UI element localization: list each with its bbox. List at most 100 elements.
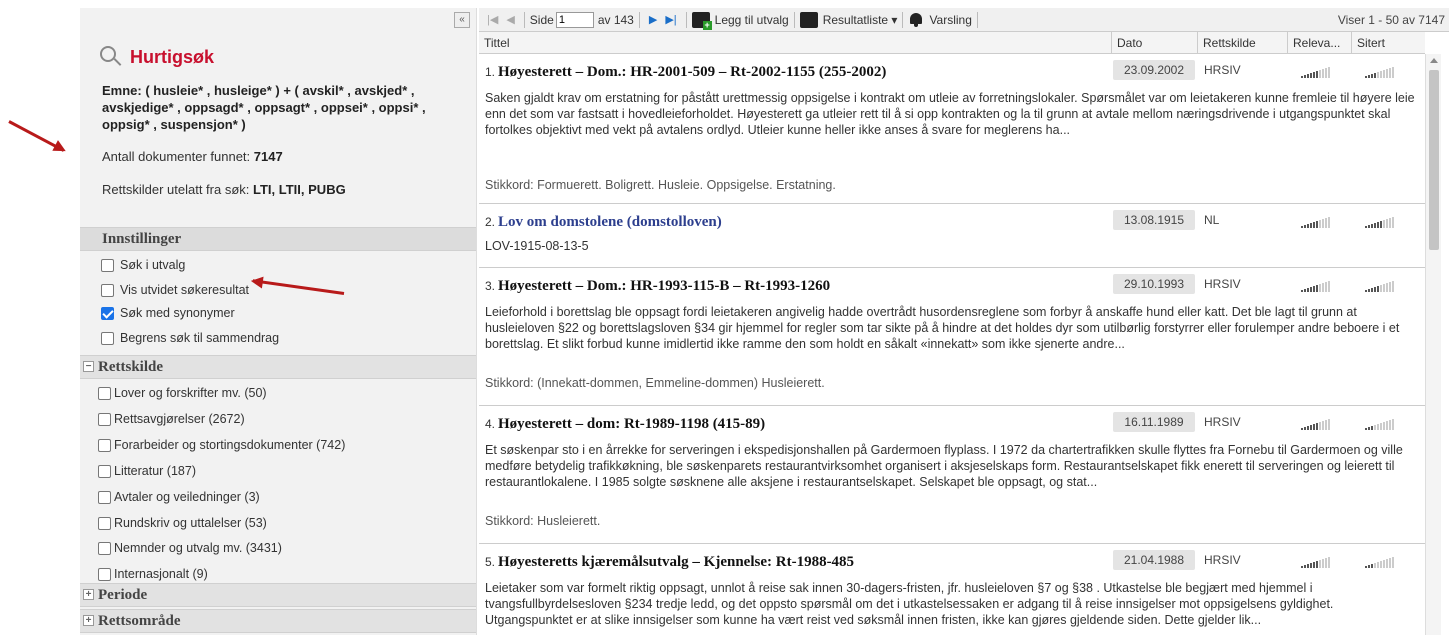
result-list-dropdown[interactable]: Resultatliste ▾ bbox=[799, 11, 897, 28]
filter-label: Litteratur (187) bbox=[114, 464, 196, 478]
bar-segment bbox=[1325, 558, 1327, 568]
divider bbox=[976, 11, 978, 28]
checkbox[interactable] bbox=[101, 283, 114, 297]
filter-item[interactable]: Litteratur (187) bbox=[98, 464, 196, 478]
bar-segment bbox=[1319, 560, 1321, 568]
bar-segment bbox=[1380, 285, 1382, 292]
option-extended-results[interactable]: Vis utvidet søkeresultat bbox=[101, 283, 249, 297]
checkbox[interactable] bbox=[98, 541, 111, 555]
collapse-panel-button[interactable]: « bbox=[454, 12, 470, 28]
bar-segment bbox=[1386, 219, 1388, 228]
result-row[interactable]: 2. Lov om domstolene (domstolloven) 13.08… bbox=[479, 204, 1425, 268]
bar-segment bbox=[1304, 565, 1306, 568]
bar-segment bbox=[1383, 422, 1385, 430]
bar-segment bbox=[1389, 68, 1391, 78]
result-row[interactable]: 5. Høyesteretts kjæremålsutvalg – Kjennel… bbox=[479, 544, 1425, 635]
last-page-icon[interactable]: ▶| bbox=[665, 13, 676, 26]
alert-button[interactable]: Varsling bbox=[908, 12, 972, 28]
checkbox[interactable] bbox=[98, 438, 111, 452]
column-source[interactable]: Rettskilde bbox=[1197, 32, 1287, 54]
bar-segment bbox=[1328, 217, 1330, 228]
filter-item[interactable]: Rundskriv og uttalelser (53) bbox=[98, 516, 267, 530]
result-keywords: Stikkord: (Innekatt-dommen, Emmeline-dom… bbox=[485, 376, 825, 390]
rettskilde-header[interactable]: − Rettskilde bbox=[80, 355, 476, 379]
bar-segment bbox=[1316, 561, 1318, 568]
bar-segment bbox=[1328, 557, 1330, 568]
result-title-text[interactable]: Høyesterett – Dom.: HR-2001-509 – Rt-200… bbox=[498, 64, 886, 80]
divider bbox=[523, 11, 525, 28]
filter-item[interactable]: Avtaler og veiledninger (3) bbox=[98, 490, 260, 504]
documents-found-label: Antall dokumenter funnet: bbox=[102, 149, 251, 164]
bar-segment bbox=[1301, 566, 1303, 568]
bar-segment bbox=[1313, 222, 1315, 228]
bar-segment bbox=[1371, 426, 1373, 430]
rettsomrade-title: Rettsområde bbox=[98, 613, 181, 629]
filter-label: Lover og forskrifter mv. (50) bbox=[114, 386, 267, 400]
prev-page-icon[interactable]: ◀ bbox=[506, 13, 514, 26]
filter-item[interactable]: Rettsavgjørelser (2672) bbox=[98, 412, 245, 426]
filter-item[interactable]: Nemnder og utvalg mv. (3431) bbox=[98, 541, 282, 555]
result-title[interactable]: 1. Høyesterett – Dom.: HR-2001-509 – Rt-2… bbox=[485, 64, 886, 81]
bar-segment bbox=[1310, 73, 1312, 78]
option-limit-to-summary[interactable]: Begrens søk til sammendrag bbox=[101, 331, 279, 345]
first-page-icon[interactable]: |◀ bbox=[487, 13, 498, 26]
checkbox[interactable] bbox=[98, 567, 111, 581]
result-row[interactable]: 4. Høyesterett – dom: Rt-1989-1198 (415-8… bbox=[479, 406, 1425, 544]
result-keywords: Stikkord: Formuerett. Boligrett. Husleie… bbox=[485, 178, 836, 192]
result-title[interactable]: 2. Lov om domstolene (domstolloven) bbox=[485, 214, 722, 231]
checkbox[interactable] bbox=[101, 258, 114, 272]
result-title-text[interactable]: Høyesteretts kjæremålsutvalg – Kjennelse… bbox=[498, 554, 854, 570]
scrollbar-thumb[interactable] bbox=[1429, 70, 1439, 250]
expand-icon[interactable]: + bbox=[83, 615, 94, 627]
bar-segment bbox=[1377, 72, 1379, 78]
filter-item[interactable]: Lover og forskrifter mv. (50) bbox=[98, 386, 267, 400]
option-label: Søk i utvalg bbox=[120, 258, 186, 272]
result-keywords: Stikkord: Husleierett. bbox=[485, 514, 601, 528]
column-relevance[interactable]: Releva... bbox=[1287, 32, 1351, 54]
periode-header[interactable]: + Periode bbox=[80, 583, 476, 607]
bar-segment bbox=[1383, 220, 1385, 228]
column-title[interactable]: Tittel bbox=[479, 32, 1111, 54]
checkbox[interactable] bbox=[101, 331, 114, 345]
result-title[interactable]: 3. Høyesterett – Dom.: HR-1993-115-B – Rt… bbox=[485, 278, 830, 295]
checkbox[interactable] bbox=[98, 490, 111, 504]
result-date: 16.11.1989 bbox=[1113, 412, 1195, 432]
scroll-up-icon[interactable] bbox=[1430, 58, 1438, 63]
option-synonyms[interactable]: Søk med synonymer bbox=[101, 306, 235, 320]
column-cited[interactable]: Sitert bbox=[1351, 32, 1425, 54]
column-header-row: Tittel Dato Rettskilde Releva... Sitert bbox=[479, 32, 1425, 54]
results-scrollbar[interactable] bbox=[1425, 54, 1441, 635]
cited-bars bbox=[1365, 418, 1395, 430]
result-title-text[interactable]: Høyesterett – dom: Rt-1989-1198 (415-89) bbox=[498, 416, 765, 432]
collapse-icon[interactable]: − bbox=[83, 361, 94, 373]
result-title[interactable]: 5. Høyesteretts kjæremålsutvalg – Kjennel… bbox=[485, 554, 854, 571]
result-title-text[interactable]: Lov om domstolene (domstolloven) bbox=[498, 214, 722, 230]
result-title-text[interactable]: Høyesterett – Dom.: HR-1993-115-B – Rt-1… bbox=[498, 278, 830, 294]
bar-segment bbox=[1383, 284, 1385, 292]
result-date: 23.09.2002 bbox=[1113, 60, 1195, 80]
result-row[interactable]: 3. Høyesterett – Dom.: HR-1993-115-B – Rt… bbox=[479, 268, 1425, 406]
rettsomrade-header[interactable]: + Rettsområde bbox=[80, 609, 476, 633]
bar-segment bbox=[1371, 288, 1373, 292]
bar-segment bbox=[1310, 563, 1312, 568]
option-search-in-selection[interactable]: Søk i utvalg bbox=[101, 258, 185, 272]
add-to-selection-button[interactable]: + Legg til utvalg bbox=[691, 11, 789, 30]
checkbox[interactable] bbox=[98, 412, 111, 426]
checkbox[interactable] bbox=[98, 386, 111, 400]
column-date[interactable]: Dato bbox=[1111, 32, 1197, 54]
filter-item[interactable]: Forarbeider og stortingsdokumenter (742) bbox=[98, 438, 345, 452]
bar-segment bbox=[1365, 428, 1367, 430]
bar-segment bbox=[1392, 67, 1394, 78]
result-title[interactable]: 4. Høyesterett – dom: Rt-1989-1198 (415-8… bbox=[485, 416, 765, 433]
next-page-icon[interactable]: ▶ bbox=[649, 13, 657, 26]
checkbox-checked[interactable] bbox=[101, 306, 114, 320]
checkbox[interactable] bbox=[98, 464, 111, 478]
excluded-sources-label: Rettskilder utelatt fra søk: bbox=[102, 182, 250, 197]
filter-item[interactable]: Internasjonalt (9) bbox=[98, 567, 208, 581]
result-row[interactable]: 1. Høyesterett – Dom.: HR-2001-509 – Rt-2… bbox=[479, 54, 1425, 204]
page-input[interactable] bbox=[555, 11, 594, 28]
bar-segment bbox=[1301, 290, 1303, 292]
divider bbox=[685, 11, 687, 28]
expand-icon[interactable]: + bbox=[83, 589, 94, 601]
checkbox[interactable] bbox=[98, 516, 111, 530]
